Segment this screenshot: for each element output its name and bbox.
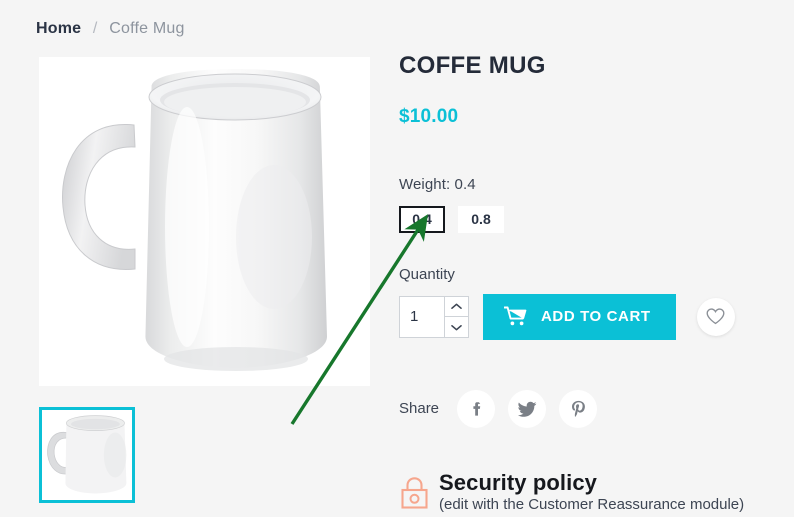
share-twitter-button[interactable] [508, 389, 547, 428]
weight-options: 0.4 0.8 [399, 205, 759, 233]
security-policy-subtitle: (edit with the Customer Reassurance modu… [439, 495, 745, 513]
chevron-up-icon [451, 303, 462, 310]
share-facebook-button[interactable] [457, 389, 496, 428]
share-pinterest-button[interactable] [559, 389, 598, 428]
main-product-image[interactable] [39, 57, 370, 386]
product-details: COFFE MUG $10.00 Weight: 0.4 0.4 0.8 Qua… [399, 52, 759, 516]
add-to-cart-button[interactable]: ADD TO CART [483, 293, 676, 340]
breadcrumb: Home / Coffe Mug [36, 20, 185, 38]
weight-label: Weight: 0.4 [399, 175, 476, 193]
quantity-decrease-button[interactable] [445, 317, 468, 337]
product-gallery [39, 57, 370, 386]
thumbnail-strip [39, 407, 135, 503]
weight-attribute-group: Weight: 0.4 0.4 0.8 [399, 176, 759, 233]
breadcrumb-separator: / [92, 20, 98, 37]
security-policy-title: Security policy [439, 469, 598, 495]
quantity-stepper[interactable] [399, 295, 469, 338]
share-row: Share [399, 389, 759, 428]
quantity-increase-button[interactable] [445, 297, 468, 318]
chevron-down-icon [451, 324, 462, 331]
add-to-cart-label: ADD TO CART [541, 308, 651, 326]
heart-icon [706, 308, 725, 325]
breadcrumb-link-home[interactable]: Home [36, 20, 81, 37]
product-page: Home / Coffe Mug COFFE MUG $10.00 Weight… [0, 0, 794, 517]
mug-illustration [39, 57, 370, 386]
mug-thumbnail-illustration [42, 410, 132, 500]
breadcrumb-current: Coffe Mug [109, 20, 185, 37]
twitter-icon [517, 402, 536, 418]
weight-option-0-8[interactable]: 0.8 [458, 205, 504, 233]
add-to-wishlist-button[interactable] [696, 297, 735, 336]
share-label: Share [399, 400, 440, 418]
lock-icon [399, 475, 430, 516]
facebook-icon [472, 402, 480, 416]
pinterest-icon [571, 401, 585, 418]
quantity-label: Quantity [399, 265, 455, 283]
security-policy-block: Security policy (edit with the Customer … [399, 469, 759, 516]
weight-option-0-4[interactable]: 0.4 [399, 205, 445, 233]
quantity-input[interactable] [400, 296, 444, 337]
shopping-cart-icon [504, 306, 527, 326]
page-title: COFFE MUG [399, 52, 546, 79]
quantity-spinners [444, 296, 468, 337]
product-price: $10.00 [399, 105, 459, 127]
purchase-row: ADD TO CART [399, 293, 759, 340]
thumbnail-item[interactable] [39, 407, 135, 503]
